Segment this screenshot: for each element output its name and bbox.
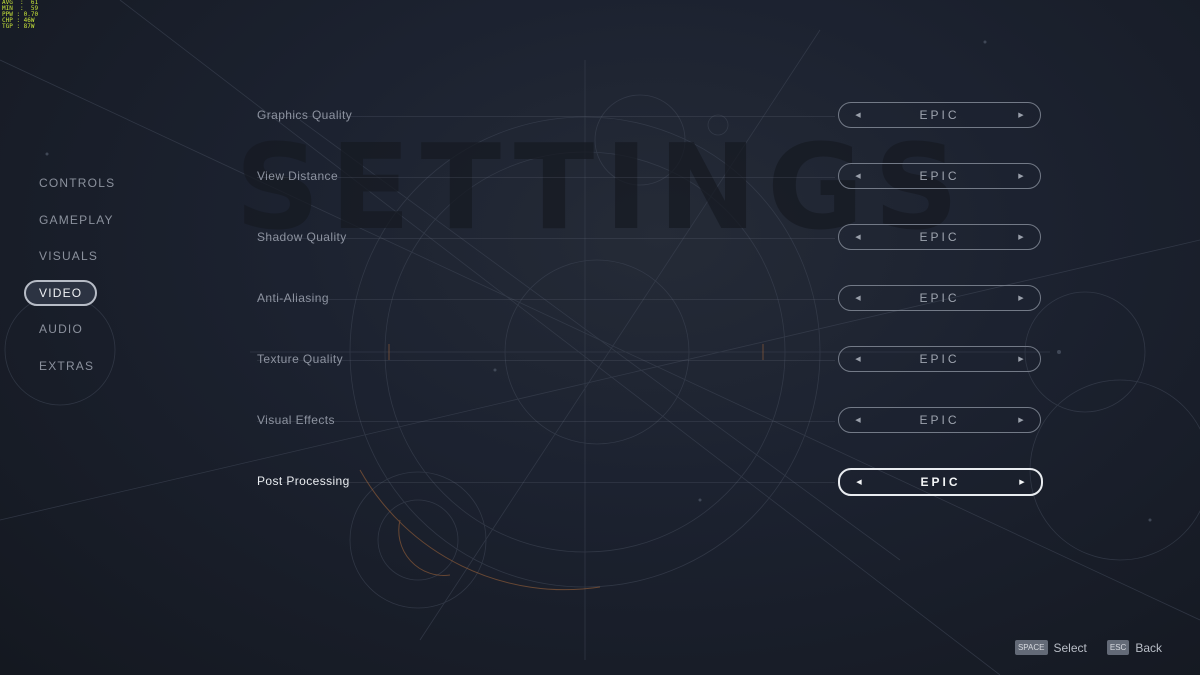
nav-item-gameplay[interactable]: GAMEPLAY [24, 207, 129, 233]
setting-row-visual-effects[interactable]: Visual Effects ◀ EPIC ▶ [257, 407, 1041, 435]
option-value: EPIC [919, 352, 960, 366]
esc-key-badge: ESC [1106, 640, 1130, 655]
chevron-right-icon[interactable]: ▶ [1016, 233, 1026, 241]
setting-row-graphics-quality[interactable]: Graphics Quality ◀ EPIC ▶ [257, 102, 1041, 130]
select-hint[interactable]: Select [1054, 641, 1087, 655]
option-selector[interactable]: ◀ EPIC ▶ [838, 102, 1041, 128]
settings-screen: SETTINGS AVG : 61 MIN : 59 PPW : 0.70 CH… [0, 0, 1200, 675]
chevron-left-icon[interactable]: ◀ [853, 233, 863, 241]
setting-row-shadow-quality[interactable]: Shadow Quality ◀ EPIC ▶ [257, 224, 1041, 252]
nav-item-video[interactable]: VIDEO [24, 279, 98, 306]
option-value: EPIC [919, 413, 960, 427]
setting-row-anti-aliasing[interactable]: Anti-Aliasing ◀ EPIC ▶ [257, 285, 1041, 313]
chevron-left-icon[interactable]: ◀ [853, 111, 863, 119]
chevron-right-icon[interactable]: ▶ [1016, 416, 1026, 424]
option-selector[interactable]: ◀ EPIC ▶ [838, 285, 1041, 311]
option-value: EPIC [920, 475, 961, 489]
setting-label: Graphics Quality [257, 108, 353, 122]
chevron-right-icon[interactable]: ▶ [1016, 172, 1026, 180]
option-value: EPIC [919, 169, 960, 183]
row-divider [257, 421, 835, 422]
setting-row-texture-quality[interactable]: Texture Quality ◀ EPIC ▶ [257, 346, 1041, 374]
chevron-left-icon[interactable]: ◀ [854, 478, 864, 486]
setting-label: View Distance [257, 169, 339, 183]
setting-label: Shadow Quality [257, 230, 347, 244]
chevron-left-icon[interactable]: ◀ [853, 172, 863, 180]
setting-label: Visual Effects [257, 413, 335, 427]
option-selector[interactable]: ◀ EPIC ▶ [838, 163, 1041, 189]
option-selector[interactable]: ◀ EPIC ▶ [838, 224, 1041, 250]
setting-label: Anti-Aliasing [257, 291, 329, 305]
chevron-right-icon[interactable]: ▶ [1016, 355, 1026, 363]
performance-overlay: AVG : 61 MIN : 59 PPW : 0.70 CHP : 46W T… [2, 0, 38, 30]
option-value: EPIC [919, 108, 960, 122]
option-selector[interactable]: ◀ EPIC ▶ [838, 346, 1041, 372]
setting-row-view-distance[interactable]: View Distance ◀ EPIC ▶ [257, 163, 1041, 191]
setting-label: Texture Quality [257, 352, 344, 366]
chevron-right-icon[interactable]: ▶ [1017, 478, 1027, 486]
option-value: EPIC [919, 230, 960, 244]
row-divider [257, 299, 835, 300]
option-selector[interactable]: ◀ EPIC ▶ [838, 407, 1041, 433]
nav-item-extras[interactable]: EXTRAS [24, 353, 109, 379]
setting-label: Post Processing [257, 474, 350, 488]
space-key-badge: SPACE [1014, 640, 1048, 655]
chevron-left-icon[interactable]: ◀ [853, 294, 863, 302]
option-selector[interactable]: ◀ EPIC ▶ [838, 468, 1043, 496]
option-value: EPIC [919, 291, 960, 305]
nav-item-audio[interactable]: AUDIO [24, 316, 98, 342]
row-divider [257, 177, 835, 178]
back-hint[interactable]: Back [1135, 641, 1162, 655]
nav-item-controls[interactable]: CONTROLS [24, 170, 130, 196]
control-hints: SPACE Select ESC Back [1014, 640, 1162, 655]
chevron-right-icon[interactable]: ▶ [1016, 111, 1026, 119]
row-divider [257, 360, 835, 361]
chevron-right-icon[interactable]: ▶ [1016, 294, 1026, 302]
chevron-left-icon[interactable]: ◀ [853, 416, 863, 424]
chevron-left-icon[interactable]: ◀ [853, 355, 863, 363]
setting-row-post-processing[interactable]: Post Processing ◀ EPIC ▶ [257, 468, 1043, 496]
perf-line: TGP : 87W [2, 23, 35, 30]
settings-category-menu: CONTROLS GAMEPLAY VISUALS VIDEO AUDIO EX… [24, 170, 130, 390]
nav-item-visuals[interactable]: VISUALS [24, 243, 113, 269]
